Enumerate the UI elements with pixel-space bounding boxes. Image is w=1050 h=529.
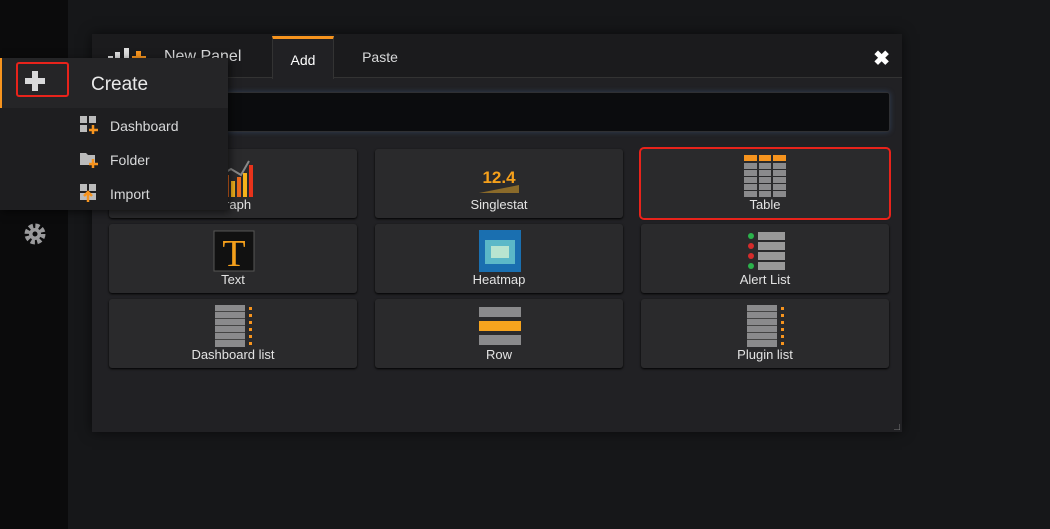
plugin-list-icon <box>747 305 784 347</box>
panel-label: Plugin list <box>737 347 793 362</box>
panel-label: Table <box>749 197 781 212</box>
panel-heatmap[interactable]: Heatmap <box>375 224 623 293</box>
svg-text:T: T <box>222 233 245 272</box>
panel-text[interactable]: T Text <box>109 224 357 293</box>
row-icon <box>479 307 521 345</box>
tab-paste[interactable]: Paste <box>350 36 410 79</box>
panel-row[interactable]: Row <box>375 299 623 368</box>
dashboard-plus-icon <box>80 116 98 134</box>
text-icon: T <box>213 230 255 272</box>
create-title: Create <box>91 74 149 95</box>
dashboard-list-icon <box>215 305 252 347</box>
panel-label: Alert List <box>739 272 791 287</box>
tab-add[interactable]: Add <box>272 36 334 79</box>
table-icon <box>744 155 786 197</box>
panel-label: Row <box>485 347 512 362</box>
create-menu-header[interactable]: Create <box>0 58 228 108</box>
panel-singlestat[interactable]: 12.4 Singlestat <box>375 149 623 218</box>
resize-handle-icon[interactable] <box>894 424 900 430</box>
import-icon <box>80 184 96 202</box>
singlestat-value: 12.4 <box>482 168 516 187</box>
panel-label: Heatmap <box>472 272 526 287</box>
alert-list-icon <box>748 232 785 270</box>
panel-label: Text <box>221 272 245 287</box>
panel-table[interactable]: Table <box>639 147 891 220</box>
panel-label: Dashboard list <box>191 347 275 362</box>
close-icon[interactable]: ✖ <box>873 46 890 71</box>
panel-alert-list[interactable]: Alert List <box>641 224 889 293</box>
panel-plugin-list[interactable]: Plugin list <box>641 299 889 368</box>
panel-label: Singlestat <box>470 197 528 212</box>
plus-icon[interactable] <box>24 70 46 92</box>
panel-dashboard-list[interactable]: Dashboard list <box>109 299 357 368</box>
heatmap-icon <box>479 230 521 272</box>
folder-plus-icon <box>80 153 98 168</box>
singlestat-icon: 12.4 <box>479 168 519 193</box>
gear-icon[interactable] <box>22 221 48 247</box>
create-menu: Create Dashboard Folder Import <box>0 58 228 210</box>
